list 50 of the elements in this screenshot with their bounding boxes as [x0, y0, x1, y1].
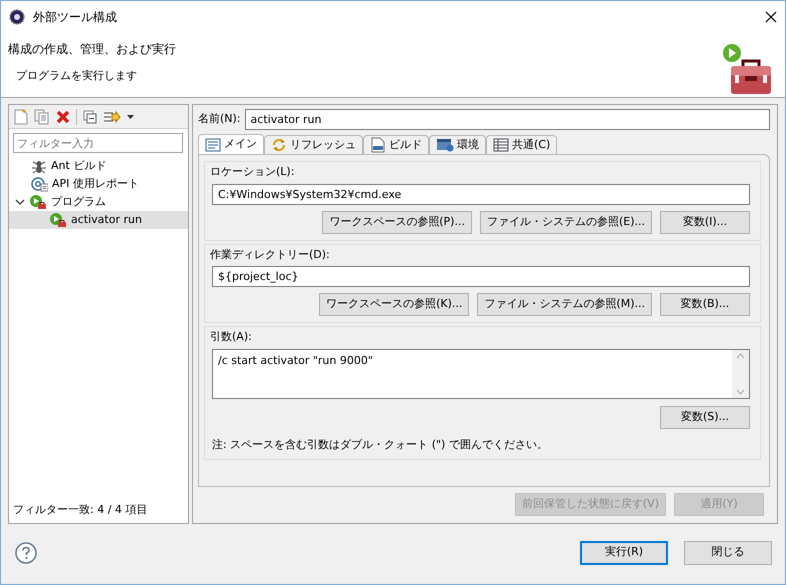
tab[interactable]: ビルド — [363, 135, 429, 154]
tab[interactable]: リフレッシュ — [264, 135, 363, 154]
group-label: 引数(A): — [210, 329, 253, 345]
collapse-icon[interactable] — [83, 110, 97, 124]
refresh-icon — [271, 137, 287, 153]
tab[interactable]: 共通(C) — [486, 135, 558, 154]
group-label: 作業ディレクトリー(D): — [210, 246, 331, 262]
bug-icon — [31, 158, 47, 174]
browse-button[interactable]: 変数(S)... — [660, 406, 750, 428]
filter-icon[interactable] — [103, 110, 121, 124]
header-title: 構成の作成、管理、および実行 — [8, 41, 176, 58]
dialog-button[interactable]: 閉じる — [684, 540, 772, 564]
run-toolbox-icon — [29, 194, 47, 210]
name-field[interactable]: activator run — [244, 109, 770, 130]
browse-button[interactable]: ファイル・システムの参照(E)... — [480, 210, 652, 234]
tree-item[interactable]: プログラム — [9, 193, 188, 211]
note-text: 注: スペースを含む引数はダブル・クォート (") で囲んでください。 — [212, 436, 549, 452]
browse-button[interactable]: 変数(I)... — [660, 210, 750, 234]
new-document-icon[interactable] — [14, 108, 28, 124]
dropdown-caret-icon[interactable] — [127, 114, 134, 118]
delete-icon[interactable] — [56, 110, 70, 124]
window-icon — [436, 138, 454, 152]
expand-caret-icon[interactable] — [15, 198, 25, 206]
tab[interactable]: 環境 — [429, 135, 486, 154]
tab[interactable]: メイン — [198, 134, 264, 154]
at-sign-icon — [31, 176, 48, 192]
name-label: 名前(N): — [198, 111, 241, 128]
header-message: プログラムを実行します — [16, 68, 138, 84]
browse-button[interactable]: 変数(B)... — [660, 293, 750, 316]
help-icon[interactable] — [15, 542, 37, 564]
duplicate-icon[interactable] — [34, 108, 50, 124]
browse-button[interactable]: ワークスペースの参照(K)... — [319, 293, 470, 316]
tree-item[interactable]: activator run — [9, 211, 188, 229]
text-field[interactable]: C:¥Windows¥System32¥cmd.exe — [212, 184, 750, 204]
filter-field[interactable]: フィルター入力 — [13, 133, 183, 153]
binary-file-icon — [370, 137, 386, 153]
text-field[interactable]: ${project_loc} — [212, 266, 750, 287]
dialog-button[interactable]: 実行(R) — [580, 540, 668, 564]
filter-status: フィルター一致: 4 / 4 項目 — [12, 502, 148, 518]
browse-button[interactable]: ワークスペースの参照(P)... — [322, 210, 472, 234]
tree-item[interactable]: Ant ビルド — [9, 157, 188, 175]
document-icon — [205, 138, 221, 152]
table-icon — [493, 138, 509, 152]
close-icon[interactable] — [765, 10, 777, 22]
app-icon — [9, 8, 25, 24]
window-title: 外部ツール構成 — [33, 8, 117, 26]
tree-item[interactable]: API 使用レポート — [9, 175, 188, 193]
browse-button[interactable]: ファイル・システムの参照(M)... — [477, 293, 652, 316]
run-toolbox-icon — [49, 212, 67, 228]
group-label: ロケーション(L): — [210, 164, 296, 180]
